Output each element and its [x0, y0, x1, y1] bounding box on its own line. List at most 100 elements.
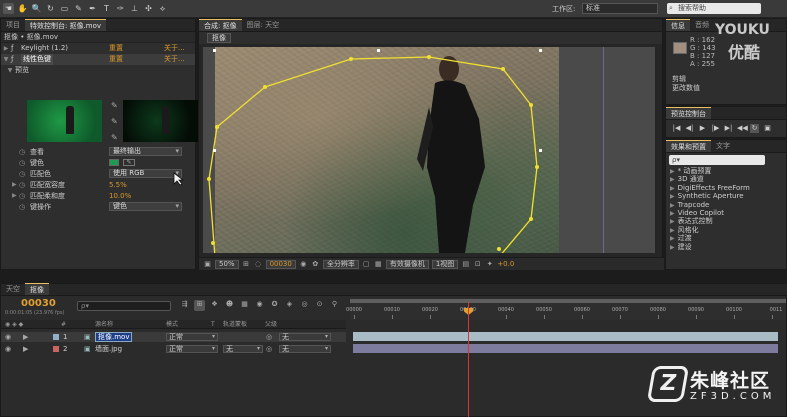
first-frame-icon[interactable]: |◀ — [672, 124, 681, 133]
pickwhip-icon[interactable]: ◎ — [266, 344, 272, 354]
playhead-line[interactable] — [468, 302, 469, 417]
stamp-tool-icon[interactable]: ⊥ — [129, 3, 140, 14]
label-color-swatch[interactable] — [53, 334, 59, 340]
keylight-reset-button[interactable]: 重置 — [109, 43, 123, 54]
label-color-swatch[interactable] — [53, 346, 59, 352]
cleanup-icon[interactable]: ⚲ — [329, 300, 340, 311]
effects-search-input[interactable]: ρ▾ — [669, 155, 765, 165]
timer-icon[interactable]: ⊙ — [314, 300, 325, 311]
effects-category[interactable]: ▶ Synthetic Aperture — [666, 192, 786, 200]
loop-icon[interactable]: ↻ — [750, 124, 759, 133]
effects-category[interactable]: ▶ 过渡 — [666, 234, 786, 242]
draft-3d-icon[interactable]: ❖ — [209, 300, 220, 311]
collapse-triangle-icon[interactable]: ▶ — [1, 43, 11, 54]
exposure-value[interactable]: +0.0 — [497, 260, 514, 268]
eyedropper-minus-icon[interactable]: ✎ — [111, 134, 119, 142]
text-tool-icon[interactable]: T — [101, 3, 112, 14]
play-icon[interactable]: ▶ — [698, 124, 707, 133]
next-frame-icon[interactable]: |▶ — [711, 124, 720, 133]
linear-key-about-button[interactable]: 关于... — [164, 54, 185, 65]
layer-name[interactable]: 抠像.mov — [95, 332, 133, 342]
collapse-triangle-icon[interactable]: ▶ — [670, 210, 675, 217]
last-frame-icon[interactable]: ▶| — [724, 124, 733, 133]
tab-audio[interactable]: 音频 — [690, 19, 714, 31]
collapse-triangle-icon[interactable]: ▶ — [670, 227, 675, 234]
auto-keyframe-icon[interactable]: ◈ — [284, 300, 295, 311]
match-softness-value[interactable]: 10.0% — [109, 191, 131, 201]
collapse-triangle-icon[interactable]: ▶ — [670, 176, 675, 183]
eyedropper-icon[interactable]: ✎ — [111, 102, 119, 110]
tab-info[interactable]: 信息 — [666, 19, 690, 31]
layer-mode-select[interactable]: 正常 — [166, 333, 218, 341]
tab-composition[interactable]: 合成: 抠像 — [199, 19, 242, 31]
collapse-triangle-icon[interactable]: ▶ — [23, 332, 28, 342]
tab-timeline-key[interactable]: 抠像 — [25, 283, 49, 295]
always-preview-icon[interactable]: ▣ — [203, 260, 212, 269]
eyedropper-icon[interactable]: ✎ — [123, 159, 135, 166]
work-area-bar[interactable] — [350, 299, 786, 303]
layer-parent-select[interactable]: 无 — [279, 345, 331, 353]
view-select[interactable]: 最终输出 — [109, 147, 182, 156]
effects-category[interactable]: ▶ * 动画预置 — [666, 167, 786, 175]
live-update-icon[interactable]: ⊞ — [194, 300, 205, 311]
collapse-triangle-icon[interactable]: ▶ — [12, 180, 17, 190]
comp-chip[interactable]: 抠像 — [207, 33, 231, 43]
effects-category[interactable]: ▶ Trapcode — [666, 201, 786, 209]
collapse-triangle-icon[interactable]: ▶ — [670, 244, 675, 251]
fx-icon[interactable]: ƒ — [11, 54, 21, 65]
region-of-interest-icon[interactable]: ▢ — [362, 260, 371, 269]
snapshot-icon[interactable]: ◉ — [299, 260, 308, 269]
key-color-swatch[interactable] — [109, 159, 119, 166]
rectangle-tool-icon[interactable]: ▭ — [59, 3, 70, 14]
motion-blur-icon[interactable]: ◉ — [254, 300, 265, 311]
zoom-tool-icon[interactable]: 🔍 — [31, 3, 42, 14]
views-select[interactable]: 1视图 — [431, 259, 459, 269]
layer-name[interactable]: 墙面.jpg — [95, 344, 122, 354]
eyedropper-plus-icon[interactable]: ✎ — [111, 118, 119, 126]
reset-exposure-icon[interactable]: ✦ — [485, 260, 494, 269]
tab-effect-controls[interactable]: 特效控制台: 抠像.mov — [25, 19, 107, 31]
stopwatch-icon[interactable]: ◷ — [19, 169, 25, 179]
collapse-triangle-icon[interactable]: ▶ — [670, 193, 675, 200]
stopwatch-icon[interactable]: ◷ — [19, 191, 25, 201]
composition-viewer[interactable] — [203, 47, 655, 253]
effects-category[interactable]: ▶ Video Copilot — [666, 209, 786, 217]
rotate-tool-icon[interactable]: ↻ — [45, 3, 56, 14]
collapse-triangle-icon[interactable]: ▶ — [670, 235, 675, 242]
camera-select[interactable]: 有效摄像机 — [385, 259, 429, 269]
current-time-field[interactable]: 00030 — [265, 259, 296, 269]
stopwatch-icon[interactable]: ◷ — [19, 147, 25, 157]
graph-editor-icon[interactable]: ◎ — [299, 300, 310, 311]
layer-parent-select[interactable]: 无 — [279, 333, 331, 341]
hand-tool-icon[interactable]: ✋ — [17, 3, 28, 14]
eye-icon[interactable]: ◉ — [5, 332, 11, 342]
collapse-triangle-icon[interactable]: ▶ — [670, 202, 675, 209]
collapse-triangle-icon[interactable]: ▶ — [670, 218, 675, 225]
pen-tool-2-icon[interactable]: ✒ — [87, 3, 98, 14]
time-ruler[interactable]: 00000 00010 00020 00030 00040 00050 0006… — [346, 298, 786, 320]
help-search-input[interactable]: ⌕ 搜索帮助 — [667, 3, 761, 14]
resolution-select[interactable]: 全分辨率 — [322, 259, 359, 269]
roto-tool-icon[interactable]: ⟡ — [157, 3, 168, 14]
effect-keylight[interactable]: ▶ ƒ Keylight (1.2) 重置 关于... — [1, 43, 195, 54]
pen-tool-icon[interactable]: ✎ — [73, 3, 84, 14]
fx-icon[interactable]: ƒ — [11, 43, 21, 54]
tab-layer[interactable]: 图层: 天空 — [242, 19, 285, 31]
workspace-select[interactable]: 标准 — [582, 3, 658, 14]
key-operation-select[interactable]: 键色 — [109, 202, 182, 211]
comp-mini-flowchart-icon[interactable]: ⇶ — [179, 300, 190, 311]
previous-frame-icon[interactable]: ◀| — [685, 124, 694, 133]
effects-category[interactable]: ▶ 建设 — [666, 243, 786, 251]
ram-preview-icon[interactable]: ▣ — [763, 124, 772, 133]
mask-visibility-icon[interactable]: ◌ — [254, 260, 263, 269]
zoom-select[interactable]: 50% — [215, 259, 239, 269]
tab-character[interactable]: 文字 — [711, 140, 735, 152]
effects-category[interactable]: ▶ 3D 通道 — [666, 175, 786, 183]
audio-icon[interactable]: ◀◀ — [737, 124, 748, 133]
layer-row-2[interactable]: ◉ ▶ 2 ▣ 墙面.jpg 正常 无 ◎ 无 — [1, 344, 346, 354]
eye-icon[interactable]: ◉ — [5, 344, 11, 354]
collapse-triangle-icon[interactable]: ▶ — [670, 185, 675, 192]
layer-mode-select[interactable]: 正常 — [166, 345, 218, 353]
puppet-tool-icon[interactable]: ✣ — [143, 3, 154, 14]
brainstorm-icon[interactable]: ✪ — [269, 300, 280, 311]
